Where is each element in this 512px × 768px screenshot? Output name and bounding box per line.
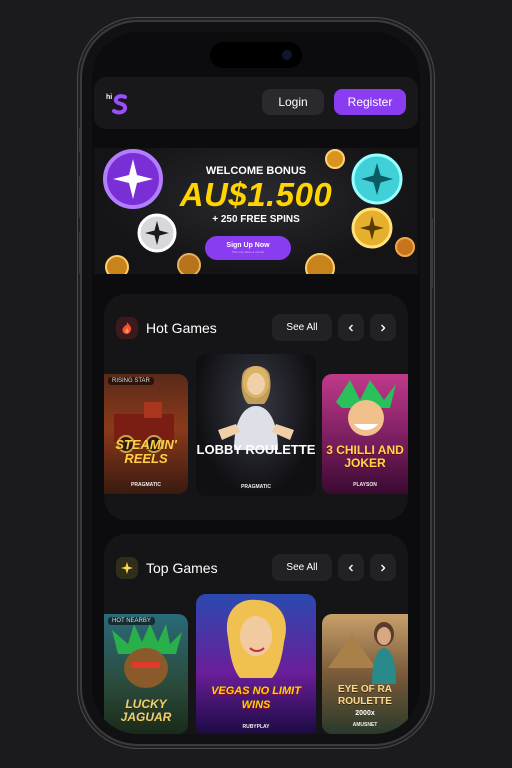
section-title: Hot Games: [146, 320, 217, 336]
game-card[interactable]: EYE OF RA ROULETTE 2000x AMUSNET: [322, 614, 408, 734]
game-card[interactable]: RISING STAR STEAMIN' REELS PRAGMATIC: [104, 374, 188, 494]
gold-coin-icon: [305, 253, 335, 274]
prev-arrow-button[interactable]: [338, 554, 364, 581]
game-badge: RISING STAR: [108, 377, 154, 385]
section-title: Top Games: [146, 560, 218, 576]
svg-text:hi: hi: [106, 94, 112, 101]
see-all-button[interactable]: See All: [272, 314, 332, 341]
game-provider: PLAYSON: [353, 482, 377, 488]
top-bar: hi Login Register: [94, 77, 418, 129]
vegas-showgirl-art: [226, 599, 286, 678]
login-button[interactable]: Login: [262, 89, 324, 115]
chevron-right-icon: [381, 564, 386, 571]
pyramid-hostess-art: [328, 622, 396, 684]
free-spins-text: + 250 FREE SPINS: [212, 214, 300, 225]
jaguar-warrior-art: [112, 624, 182, 688]
sign-up-button[interactable]: Sign Up Now This only takes a minute: [205, 236, 291, 260]
game-title: EYE OF RA ROULETTE: [338, 684, 392, 707]
gold-coin-icon: [177, 253, 201, 274]
game-provider: PRAGMATIC: [131, 482, 161, 488]
mute-switch: [79, 128, 82, 152]
volume-down-button: [79, 232, 82, 274]
game-provider: RUBYPLAY: [242, 724, 270, 730]
game-title: STEAMIN' REELS: [115, 437, 177, 466]
gold-coin-icon: [395, 237, 415, 257]
game-title: 3 CHILLI AND JOKER: [326, 443, 404, 470]
game-card[interactable]: 3 CHILLI AND JOKER PLAYSON: [322, 374, 408, 494]
register-button[interactable]: Register: [334, 89, 406, 115]
prev-arrow-button[interactable]: [338, 314, 364, 341]
see-all-button[interactable]: See All: [272, 554, 332, 581]
game-card[interactable]: LOBBY ROULETTE PRAGMATIC: [196, 354, 316, 496]
phone-screen: hi Login Register WELCOME BONUS AU$1.500…: [92, 32, 420, 734]
next-arrow-button[interactable]: [370, 554, 396, 581]
sign-up-label: Sign Up Now: [226, 242, 270, 249]
gold-coin-icon: [105, 255, 129, 274]
power-button: [430, 218, 433, 288]
game-card[interactable]: VEGAS NO LIMIT WINS RUBYPLAY: [196, 594, 316, 734]
top-games-section: Top Games See All HOT NEARBY LUCKY JAGUA…: [104, 534, 408, 734]
chevron-right-icon: [381, 324, 386, 331]
sparkle-icon: [116, 557, 138, 579]
game-multiplier: 2000x: [355, 710, 375, 717]
next-arrow-button[interactable]: [370, 314, 396, 341]
welcome-bonus-banner[interactable]: WELCOME BONUS AU$1.500 + 250 FREE SPINS …: [94, 148, 418, 274]
game-title: LUCKY JAGUAR: [120, 697, 172, 724]
hot-games-section: Hot Games See All RISING STAR STEAMIN' R…: [104, 294, 408, 520]
joker-art: [336, 380, 396, 436]
bonus-amount: AU$1.500: [179, 176, 333, 213]
fire-icon: [116, 317, 138, 339]
game-title: VEGAS NO LIMIT WINS: [211, 685, 301, 711]
game-badge: HOT NEARBY: [108, 617, 155, 625]
dealer-art: [218, 366, 294, 450]
game-provider: PRAGMATIC: [241, 484, 271, 490]
volume-up-button: [79, 176, 82, 218]
chevron-left-icon: [348, 564, 353, 571]
game-card[interactable]: HOT NEARBY LUCKY JAGUAR: [104, 614, 188, 734]
dynamic-island: [210, 42, 302, 68]
sign-up-subtext: This only takes a minute: [231, 250, 265, 254]
site-logo[interactable]: hi: [106, 91, 130, 115]
game-title: LOBBY ROULETTE: [196, 442, 316, 457]
game-provider: AMUSNET: [352, 722, 378, 728]
chevron-left-icon: [348, 324, 353, 331]
phone-frame: hi Login Register WELCOME BONUS AU$1.500…: [82, 22, 430, 744]
